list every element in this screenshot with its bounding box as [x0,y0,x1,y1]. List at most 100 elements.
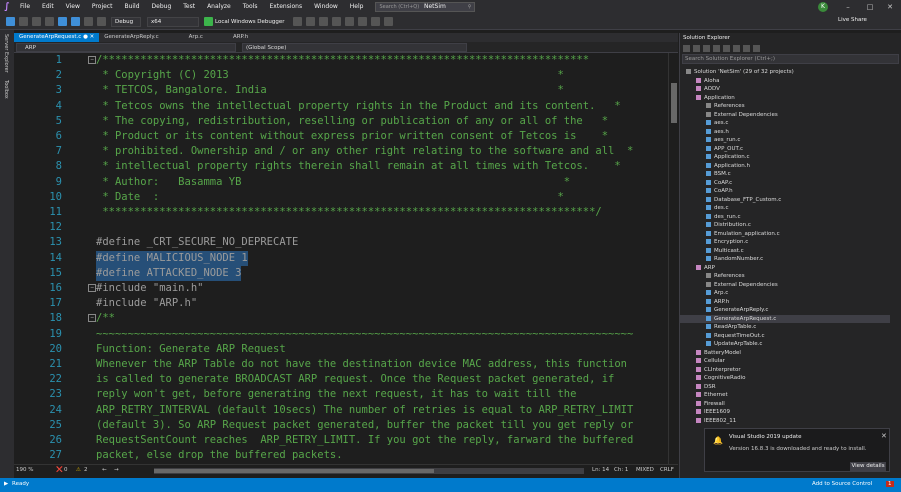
menu-item-project[interactable]: Project [86,0,119,14]
scroll-thumb[interactable] [671,83,677,123]
outdent-icon[interactable] [345,17,354,26]
menu-item-analyze[interactable]: Analyze [201,0,237,14]
code-line[interactable]: 13 #define _CRT_SECURE_NO_DEPRECATE [14,235,668,250]
indent-icon[interactable] [332,17,341,26]
fold-toggle-icon[interactable]: − [88,284,96,292]
code-line[interactable]: 2 * Copyright (C) 2013 * [14,68,668,83]
tree-item[interactable]: Database_FTP_Custom.c [706,196,781,205]
tab-generatearprequest[interactable]: GenerateArpRequest.c ● ✕ [14,33,100,42]
preview-icon[interactable] [753,45,760,52]
code-line[interactable]: 25 (default 3). So ARP Request packet gen… [14,418,668,433]
project-dropdown[interactable]: ARP [16,43,236,52]
hscroll-thumb[interactable] [154,469,434,473]
comment-icon[interactable] [358,17,367,26]
attach-icon[interactable] [293,17,302,26]
platform-select[interactable]: x64 [147,16,199,27]
sync-icon[interactable] [723,45,730,52]
save-icon[interactable] [58,17,67,26]
step-icon[interactable] [306,17,315,26]
tree-item[interactable]: aes_run.c [706,136,740,145]
tree-item[interactable]: Application [696,94,735,103]
warning-count[interactable]: 2 [84,467,88,473]
solution-search-input[interactable]: Search Solution Explorer (Ctrl+;) [682,54,899,64]
tree-item[interactable]: BSM.c [706,170,731,179]
tree-item[interactable]: ARP [696,264,715,273]
tabs-mode[interactable]: MIXED [636,467,654,473]
menu-item-file[interactable]: File [14,0,36,14]
home-icon[interactable] [703,45,710,52]
run-icon[interactable] [204,17,213,26]
error-count[interactable]: 0 [64,467,68,473]
close-icon[interactable]: ✕ [878,0,901,14]
tree-item[interactable]: Solution 'NetSim' (29 of 32 projects) [686,68,794,77]
code-line[interactable]: 6 * Product or its content without expre… [14,129,668,144]
server-explorer-tab[interactable]: Server Explorer [3,34,9,73]
menu-item-view[interactable]: View [60,0,86,14]
tree-item[interactable]: ARP.h [706,298,729,307]
back-icon[interactable] [683,45,690,52]
back-icon[interactable] [6,17,15,26]
code-line[interactable]: 24 ARP_RETRY_INTERVAL (default 10secs) Th… [14,403,668,418]
menu-item-edit[interactable]: Edit [36,0,60,14]
code-line[interactable]: 8 * intellectual property rights therein… [14,159,668,174]
tree-item[interactable]: GenerateArpReply.c [706,306,768,315]
code-editor[interactable]: 1−/*************************************… [14,53,668,464]
editor-horizontal-scrollbar[interactable] [154,468,584,474]
code-line[interactable]: 18 −/** [14,311,668,326]
menu-item-build[interactable]: Build [118,0,145,14]
tree-item[interactable]: IEEE802_11 [696,417,736,426]
code-line[interactable]: 14 #define MALICIOUS_NODE 1 [14,250,668,266]
tree-item[interactable]: Multicast.c [706,247,744,256]
tree-item[interactable]: IEEE1609 [696,408,730,417]
code-line[interactable]: 7 * prohibited. Ownership and / or any o… [14,144,668,159]
tree-item[interactable]: References [706,102,745,111]
tab-generatearpreply[interactable]: GenerateArpReply.c [99,33,163,42]
menu-item-debug[interactable]: Debug [146,0,178,14]
code-line[interactable]: 15 #define ATTACKED_NODE 3 [14,265,668,281]
code-line[interactable]: 12 [14,220,668,235]
tree-item[interactable]: Application.c [706,153,750,162]
menu-item-test[interactable]: Test [177,0,201,14]
tree-item[interactable]: RequestTimeOut.c [706,332,765,341]
code-line[interactable]: 4 * Tetcos owns the intellectual propert… [14,99,668,114]
editor-vertical-scrollbar[interactable] [668,53,678,464]
code-line[interactable]: 20 Function: Generate ARP Request [14,342,668,357]
code-line[interactable]: 5 * The copying, redistribution, reselli… [14,114,668,129]
tree-item[interactable]: CoAP.h [706,187,733,196]
menu-item-window[interactable]: Window [308,0,344,14]
code-line[interactable]: 3 * TETCOS, Bangalore. India * [14,83,668,98]
properties-icon[interactable] [743,45,750,52]
tree-item[interactable]: CLInterpretor [696,366,741,375]
tree-item[interactable]: CognitiveRadio [696,374,746,383]
tree-item[interactable]: Encryption.c [706,238,748,247]
code-line[interactable]: 22 is called to generate BROADCAST ARP re… [14,372,668,387]
tree-item[interactable]: Emulation_application.c [706,230,780,239]
redo-icon[interactable] [97,17,106,26]
open-icon[interactable] [45,17,54,26]
code-line[interactable]: 17 #include "ARP.h" [14,296,668,311]
breakpoint-icon[interactable] [319,17,328,26]
menu-item-tools[interactable]: Tools [237,0,264,14]
code-line[interactable]: 16 − #include "main.h" [14,281,668,296]
code-line[interactable]: 1 −/*************************************… [14,53,668,68]
tree-item[interactable]: Arp.c [706,289,728,298]
forward-icon[interactable] [19,17,28,26]
tree-item[interactable]: APP_OUT.c [706,145,743,154]
tab-arp-c[interactable]: Arp.c [164,33,208,42]
source-control-button[interactable]: Add to Source Control [812,481,872,487]
live-share-button[interactable]: Live Share [838,17,867,23]
close-icon[interactable]: ✕ [881,432,887,440]
save-all-icon[interactable] [71,17,80,26]
menu-item-help[interactable]: Help [344,0,370,14]
tree-item[interactable]: External Dependencies [706,281,778,290]
code-line[interactable]: 23 reply won't get, before generating the… [14,387,668,402]
new-project-icon[interactable] [32,17,41,26]
tree-item[interactable]: External Dependencies [706,111,778,120]
fold-toggle-icon[interactable]: − [88,56,96,64]
notification-badge[interactable]: 1 [886,481,894,487]
menu-item-extensions[interactable]: Extensions [264,0,309,14]
line-ending[interactable]: CRLF [660,467,674,473]
code-line[interactable]: 10 * Date : * [14,190,668,205]
tree-item[interactable]: Cellular [696,357,725,366]
tree-item[interactable]: AODV [696,85,720,94]
